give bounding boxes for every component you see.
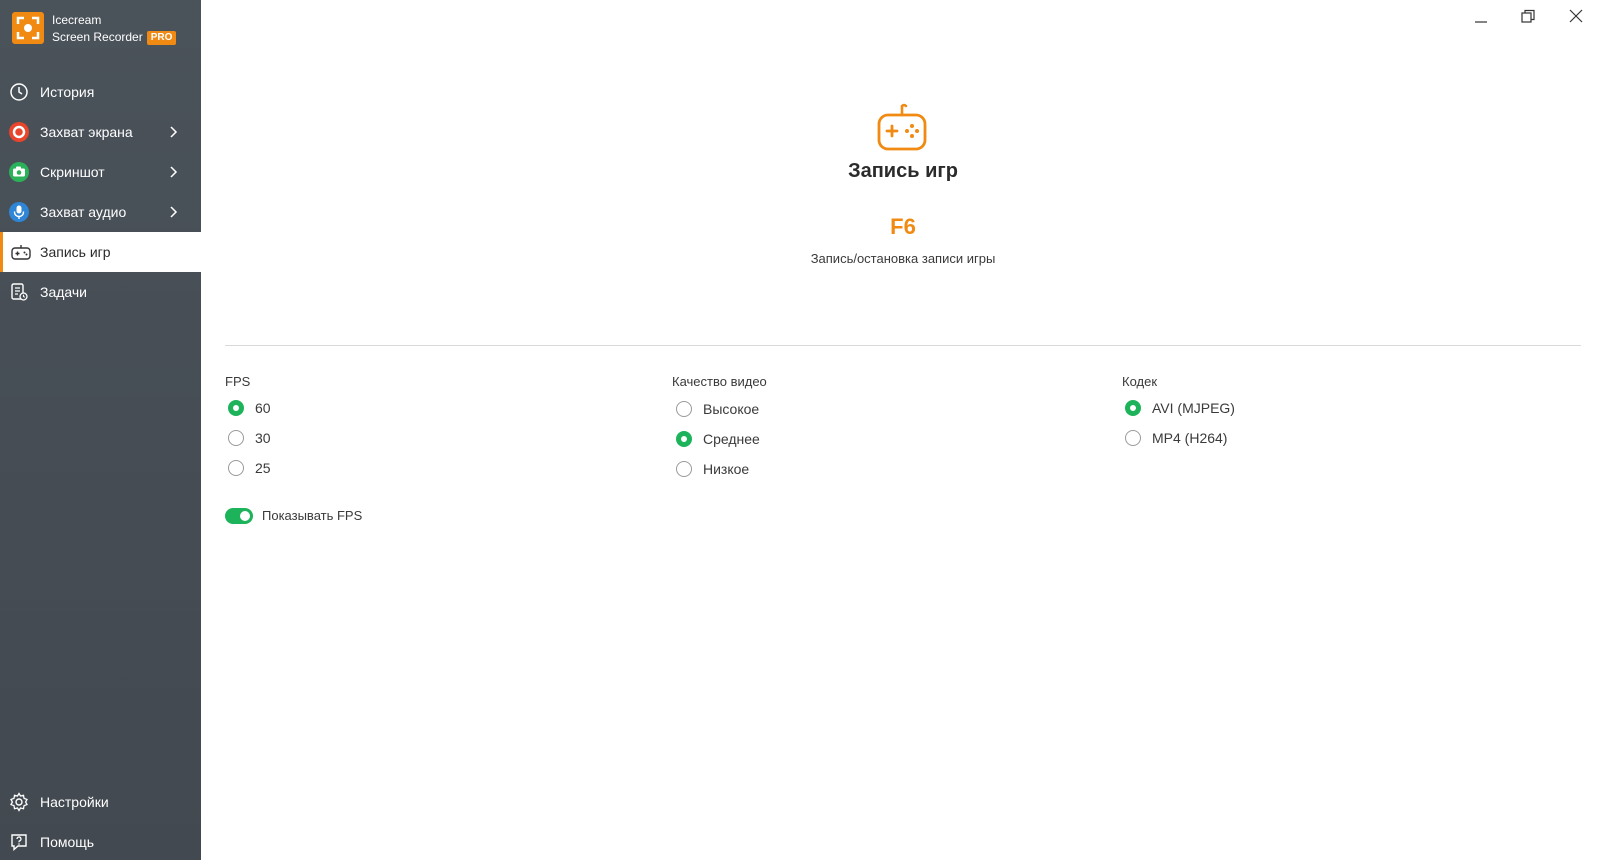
radio-label: 25: [255, 460, 271, 476]
sidebar-item-help[interactable]: Помощь: [0, 822, 201, 862]
radio-label: 30: [255, 430, 271, 446]
minimize-icon[interactable]: [1470, 6, 1492, 28]
quality-option-low[interactable]: Низкое: [676, 458, 749, 480]
sidebar-item-label: Захват экрана: [40, 124, 133, 140]
close-icon[interactable]: [1565, 6, 1587, 28]
app-name-line2: Screen Recorder: [52, 30, 143, 44]
help-icon: [11, 834, 27, 852]
microphone-icon: [9, 202, 29, 222]
sidebar-item-label: Запись игр: [40, 244, 111, 260]
hotkey-value[interactable]: F6: [700, 214, 1106, 240]
codec-group-title: Кодек: [1122, 374, 1158, 389]
gamepad-icon: [877, 103, 927, 151]
screen-capture-icon: [9, 122, 29, 142]
page-title: Запись игр: [848, 160, 958, 182]
sidebar-item-game-recording[interactable]: Запись игр: [0, 232, 201, 272]
sidebar-item-label: Помощь: [40, 834, 95, 850]
app-name-line1: Icecream: [52, 13, 102, 27]
radio-unselected[interactable]: [228, 460, 244, 476]
radio-unselected[interactable]: [1125, 430, 1141, 446]
fps-group-title: FPS: [225, 374, 251, 389]
gear-icon: [10, 792, 28, 812]
gamepad-icon: [11, 245, 31, 260]
pro-badge: PRO: [146, 31, 177, 45]
divider: [225, 345, 1581, 346]
sidebar-item-label: Захват аудио: [40, 204, 127, 220]
radio-unselected[interactable]: [676, 461, 692, 477]
sidebar-item-screenshot[interactable]: Скриншот: [0, 152, 201, 192]
radio-label: MP4 (H264): [1152, 430, 1228, 446]
fps-option-60[interactable]: 60: [228, 397, 271, 419]
sidebar-item-label: История: [40, 84, 95, 100]
sidebar-item-history[interactable]: История: [0, 72, 201, 112]
sidebar-item-settings[interactable]: Настройки: [0, 782, 201, 822]
history-clock-icon: [10, 83, 28, 101]
codec-option-avi[interactable]: AVI (MJPEG): [1125, 397, 1235, 419]
chevron-right-icon: [170, 126, 178, 138]
show-fps-toggle[interactable]: [225, 508, 253, 524]
chevron-right-icon: [170, 206, 178, 218]
sidebar-item-screen-capture[interactable]: Захват экрана: [0, 112, 201, 152]
restore-icon[interactable]: [1517, 6, 1539, 28]
toggle-knob: [240, 511, 250, 521]
radio-label: Высокое: [703, 401, 760, 417]
radio-selected[interactable]: [1125, 400, 1141, 416]
sidebar-item-label: Задачи: [40, 284, 88, 300]
camera-icon: [9, 162, 29, 182]
fps-option-30[interactable]: 30: [228, 427, 271, 449]
quality-group-title: Качество видео: [672, 374, 767, 389]
radio-label: AVI (MJPEG): [1152, 400, 1235, 416]
radio-unselected[interactable]: [228, 430, 244, 446]
codec-option-mp4[interactable]: MP4 (H264): [1125, 427, 1227, 449]
app-logo-icon: [12, 12, 44, 44]
sidebar-item-tasks[interactable]: Задачи: [0, 272, 201, 312]
fps-option-25[interactable]: 25: [228, 457, 271, 479]
sidebar: Icecream Screen Recorder PRO История Захв…: [0, 0, 201, 860]
radio-unselected[interactable]: [676, 401, 692, 417]
sidebar-item-label: Скриншот: [40, 164, 105, 180]
radio-label: Среднее: [703, 431, 760, 447]
sidebar-item-audio-capture[interactable]: Захват аудио: [0, 192, 201, 232]
quality-option-medium[interactable]: Среднее: [676, 428, 760, 450]
hotkey-description: Запись/остановка записи игры: [810, 251, 996, 266]
app-brand: Icecream Screen Recorder PRO: [52, 12, 177, 46]
radio-label: Низкое: [703, 461, 750, 477]
chevron-right-icon: [170, 166, 178, 178]
radio-selected[interactable]: [228, 400, 244, 416]
show-fps-label: Показывать FPS: [262, 508, 363, 523]
radio-selected[interactable]: [676, 431, 692, 447]
sidebar-item-label: Настройки: [40, 794, 109, 810]
tasks-icon: [11, 283, 28, 301]
quality-option-high[interactable]: Высокое: [676, 398, 759, 420]
radio-label: 60: [255, 400, 271, 416]
